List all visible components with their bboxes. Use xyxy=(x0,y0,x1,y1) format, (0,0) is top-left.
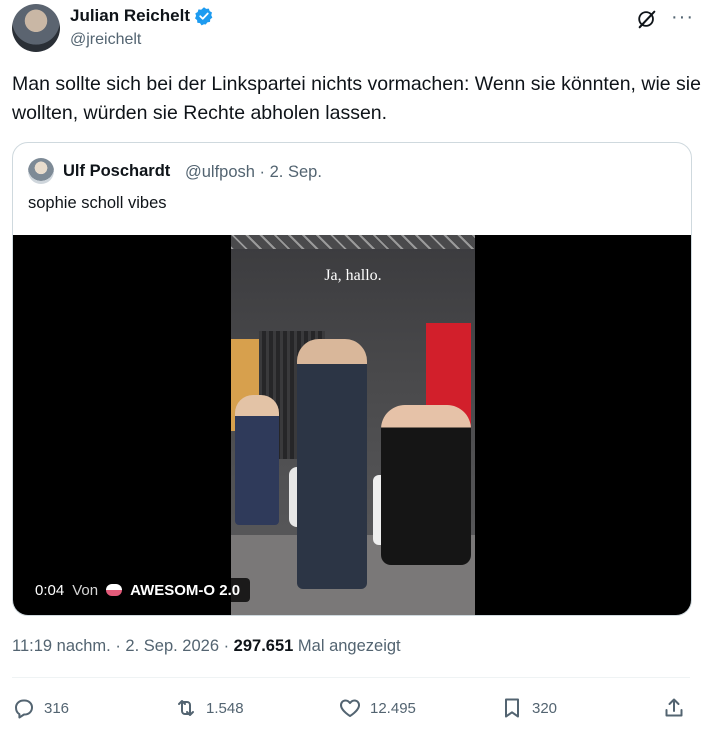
repost-button[interactable]: 1.548 xyxy=(174,692,244,724)
reply-icon xyxy=(15,699,33,719)
video-time: 0:04 xyxy=(35,581,65,599)
video-source-name[interactable]: AWESOM-O 2.0 xyxy=(130,582,240,599)
author-name[interactable]: Julian Reichelt xyxy=(70,6,190,26)
standing-man-figure xyxy=(297,339,367,589)
view-count-label: Mal angezeigt xyxy=(293,637,401,655)
author-name-row[interactable]: Julian Reichelt xyxy=(70,6,214,26)
more-icon[interactable]: ··· xyxy=(671,6,694,29)
video-source-prefix: Von xyxy=(72,581,99,599)
video-player[interactable]: Ja, hallo. 0:04 Von AWESOM-O 2.0 xyxy=(13,235,691,615)
video-subtitle: Ja, hallo. xyxy=(324,267,382,284)
author-avatar[interactable] xyxy=(12,4,60,52)
tweet-text: Man sollte sich bei der Linkspartei nich… xyxy=(12,73,701,124)
bookmark-count: 320 xyxy=(532,699,558,717)
view-count: 297.651 xyxy=(233,637,294,655)
seated-woman-figure xyxy=(381,405,471,565)
seated-man-figure xyxy=(235,395,279,525)
like-count: 12.495 xyxy=(370,699,416,717)
repost-count: 1.548 xyxy=(206,699,244,717)
quoted-author-avatar[interactable] xyxy=(28,158,54,184)
heart-icon xyxy=(340,699,360,717)
video-time-badge: 0:04 Von AWESOM-O 2.0 xyxy=(25,578,251,602)
tweet-timestamp[interactable]: 11:19 nachm. · 2. Sep. 2026 · xyxy=(12,637,234,655)
video-frame[interactable]: Ja, hallo. xyxy=(231,235,475,615)
repost-icon xyxy=(178,700,194,716)
bookmark-button[interactable]: 320 xyxy=(500,692,557,724)
tweet-meta: 11:19 nachm. · 2. Sep. 2026 · 297.651 Ma… xyxy=(12,637,401,656)
quoted-author-name[interactable]: Ulf Poschardt xyxy=(63,162,170,181)
stage-truss xyxy=(231,235,475,249)
bookmark-icon xyxy=(505,698,519,718)
quoted-author-meta[interactable]: @ulfposh · 2. Sep. xyxy=(185,163,322,182)
quoted-tweet-text: sophie scholl vibes xyxy=(28,194,167,212)
grok-icon[interactable] xyxy=(636,8,658,30)
share-button[interactable] xyxy=(662,692,686,724)
reply-button[interactable]: 316 xyxy=(12,692,69,724)
quoted-tweet-card[interactable]: Ulf Poschardt @ulfposh · 2. Sep. sophie … xyxy=(12,142,692,616)
author-handle[interactable]: @jreichelt xyxy=(70,31,141,49)
reply-count: 316 xyxy=(44,699,70,717)
share-icon xyxy=(665,698,683,717)
divider xyxy=(12,677,690,678)
verified-badge-icon xyxy=(194,7,213,26)
action-bar: 316 1.548 12.495 320 xyxy=(12,692,698,724)
like-button[interactable]: 12.495 xyxy=(338,692,416,724)
source-avatar-icon xyxy=(106,584,123,596)
